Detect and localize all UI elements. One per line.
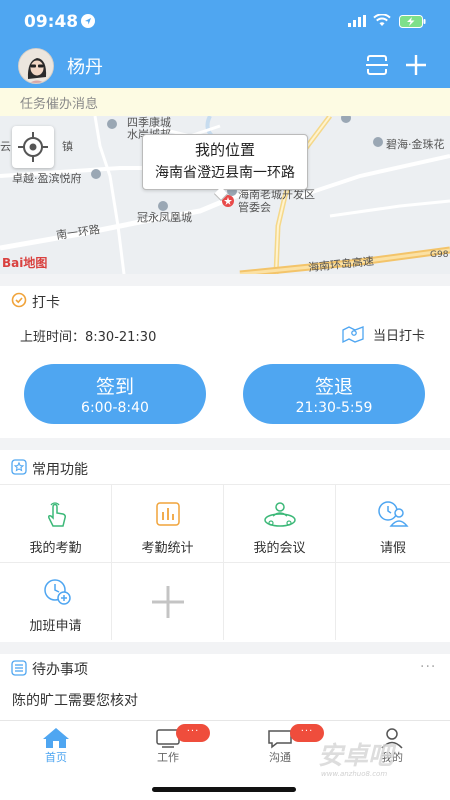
baidu-map-logo: Bai地图 <box>2 256 48 270</box>
sign-out-button[interactable]: 签退 21:30-5:59 <box>243 364 425 424</box>
tab-home-label: 首页 <box>45 751 67 764</box>
map-label: 管委会 <box>238 201 271 214</box>
overtime-request-label: 加班申请 <box>29 619 82 634</box>
scan-icon[interactable] <box>366 54 388 76</box>
map-pin-icon <box>342 326 364 344</box>
user-photo-icon <box>19 49 53 83</box>
function-grid: 我的考勤 考勤统计 我的会议 请假 加班申请 <box>0 484 450 640</box>
bar-chart-icon <box>156 502 180 526</box>
tab-work[interactable]: ··· 工作 <box>112 721 224 773</box>
my-attendance-label: 我的考勤 <box>29 541 82 556</box>
task-reminder-bar[interactable]: 任务催办消息 <box>0 88 450 116</box>
sign-in-label: 签到 <box>95 376 134 398</box>
wifi-icon <box>373 14 391 26</box>
add-function-icon <box>152 586 184 618</box>
star-icon <box>11 459 27 475</box>
map-label: 碧海·金珠花 <box>386 138 445 151</box>
tab-work-label: 工作 <box>157 751 179 764</box>
todo-title: 待办事项 <box>32 662 88 678</box>
status-bar: 09:48 <box>0 0 450 44</box>
map-label: 镇 <box>62 140 73 153</box>
add-function-button[interactable] <box>112 562 224 640</box>
more-icon[interactable]: ··· <box>420 659 436 675</box>
todo-card: 待办事项 ··· 陈的旷工需要您核对 <box>0 654 450 720</box>
user-name: 杨丹 <box>67 57 103 78</box>
attendance-stats-button[interactable]: 考勤统计 <box>112 484 224 562</box>
map-label: G98 <box>430 250 449 260</box>
leave-request-label: 请假 <box>379 541 406 556</box>
my-meeting-button[interactable]: 我的会议 <box>224 484 336 562</box>
overtime-request-button[interactable]: 加班申请 <box>0 562 112 640</box>
app-header: 09:48 杨丹 <box>0 0 450 88</box>
overtime-clock-icon <box>44 579 71 605</box>
my-meeting-label: 我的会议 <box>253 541 306 556</box>
clock-in-icon <box>11 292 27 308</box>
map-label: 冠永凤凰城 <box>137 211 192 224</box>
sign-out-time: 21:30-5:59 <box>295 400 373 416</box>
meeting-icon <box>264 502 296 527</box>
task-reminder-text: 任务催办消息 <box>20 97 99 112</box>
my-attendance-button[interactable]: 我的考勤 <box>0 484 112 562</box>
sign-out-label: 签退 <box>314 376 353 398</box>
today-records-label: 当日打卡 <box>373 329 426 344</box>
todo-list-icon <box>11 660 27 676</box>
tab-home[interactable]: 首页 <box>0 721 112 773</box>
common-functions-card: 常用功能 我的考勤 考勤统计 我的会议 请假 加班申请 <box>0 450 450 642</box>
watermark-logo: 安卓吧 <box>318 741 394 770</box>
battery-charging-icon <box>399 15 426 28</box>
home-indicator[interactable] <box>152 787 296 792</box>
watermark-url: www.anzhuo8.com <box>321 770 388 778</box>
home-icon <box>43 728 69 748</box>
bubble-address: 海南省澄迈县南一环路 <box>155 165 295 181</box>
locate-button[interactable] <box>12 126 54 168</box>
map-label: 云 <box>0 140 11 153</box>
empty-cell <box>336 562 450 640</box>
avatar[interactable] <box>18 48 54 84</box>
bubble-title: 我的位置 <box>194 141 255 159</box>
common-functions-title: 常用功能 <box>32 462 88 478</box>
sign-in-time: 6:00-8:40 <box>81 400 149 416</box>
leave-icon <box>378 501 409 527</box>
leave-request-button[interactable]: 请假 <box>336 484 450 562</box>
clock-in-title: 打卡 <box>32 295 60 311</box>
map-label: 卓越·盈滨悦府 <box>12 172 82 185</box>
clock-in-card: 打卡 上班时间：8:30-21:30 当日打卡 签到 6:00-8:40 签退 … <box>0 286 450 438</box>
empty-cell <box>224 562 336 640</box>
sign-in-button[interactable]: 签到 6:00-8:40 <box>24 364 206 424</box>
location-arrow-icon <box>81 14 95 28</box>
status-time: 09:48 <box>24 12 79 32</box>
crosshair-icon <box>18 132 48 162</box>
attendance-stats-label: 考勤统计 <box>141 541 194 556</box>
my-location-bubble: 我的位置 海南省澄迈县南一环路 <box>142 134 308 190</box>
tap-hand-icon <box>48 502 66 527</box>
cellular-signal-icon <box>348 15 366 27</box>
work-time: 上班时间：8:30-21:30 <box>20 330 157 345</box>
tab-work-badge: ··· <box>176 724 210 742</box>
today-records-link[interactable]: 当日打卡 <box>341 322 441 346</box>
location-map[interactable]: 四季康城 水岸城邦 云 镇 卓越·盈滨悦府 南一环路 冠永凤凰城 海南老城开发区… <box>0 116 450 274</box>
todo-item[interactable]: 陈的旷工需要您核对 <box>12 690 138 710</box>
add-icon[interactable] <box>404 53 428 77</box>
